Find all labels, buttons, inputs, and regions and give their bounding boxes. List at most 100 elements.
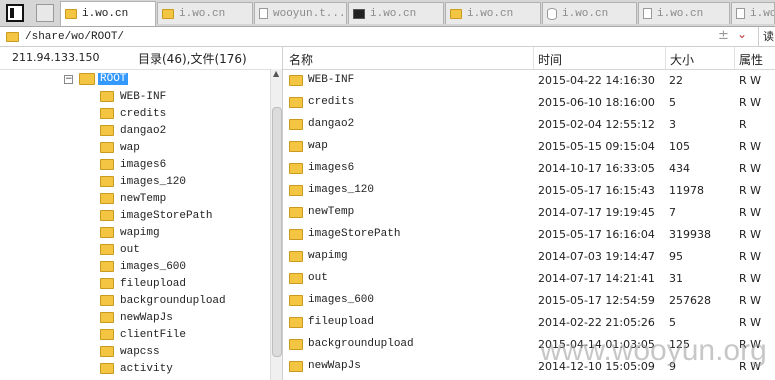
file-row[interactable]: wap 2015-05-15 09:15:04 105 R W xyxy=(283,136,775,158)
folder-icon xyxy=(6,31,19,42)
watermark: www.wooyun.org xyxy=(540,334,767,367)
file-attr: R W xyxy=(739,228,762,241)
column-divider[interactable] xyxy=(734,47,735,69)
file-row[interactable]: wapimg 2014-07-03 19:14:47 95 R W xyxy=(283,246,775,268)
file-row[interactable]: fileupload 2014-02-22 21:05:26 5 R W xyxy=(283,312,775,334)
folder-icon xyxy=(289,273,303,284)
tree-item[interactable]: out xyxy=(100,241,140,258)
path-dropdown-button[interactable]: ⌄ xyxy=(737,27,747,41)
tab-6[interactable]: i.wo.cn xyxy=(542,2,637,24)
tree-item[interactable]: fileupload xyxy=(100,275,186,292)
tree-item[interactable]: wapcss xyxy=(100,343,160,360)
panel-toggle-button[interactable] xyxy=(6,4,24,22)
server-ip: 211.94.133.150 xyxy=(12,51,100,64)
tree-root-label: ROOT xyxy=(98,73,129,85)
column-divider[interactable] xyxy=(665,47,666,69)
terminal-icon xyxy=(353,8,365,19)
tree-header: 211.94.133.150 目录(46),文件(176) xyxy=(0,47,282,70)
file-row[interactable]: dangao2 2015-02-04 12:55:12 3 R xyxy=(283,114,775,136)
file-size: 7 xyxy=(669,206,676,219)
tree-root[interactable]: − ROOT xyxy=(64,71,129,87)
file-row[interactable]: images_120 2015-05-17 16:15:43 11978 R W xyxy=(283,180,775,202)
tree-item[interactable]: activity xyxy=(100,360,173,377)
tab-5[interactable]: i.wo.cn xyxy=(445,2,541,24)
folder-icon xyxy=(100,329,114,340)
folder-icon xyxy=(289,75,303,86)
collapse-icon[interactable]: − xyxy=(64,74,73,84)
folder-icon xyxy=(289,97,303,108)
column-header-size[interactable]: 大小 xyxy=(670,51,694,68)
file-row[interactable]: imageStorePath 2015-05-17 16:16:04 319938 R… xyxy=(283,224,775,246)
tree-item[interactable]: wapimg xyxy=(100,224,160,241)
file-time: 2014-10-17 16:33:05 xyxy=(538,162,655,175)
tree-item[interactable]: images6 xyxy=(100,156,166,173)
file-attr: R W xyxy=(739,162,762,175)
file-row[interactable]: out 2014-07-17 14:21:41 31 R W xyxy=(283,268,775,290)
folder-icon xyxy=(100,312,114,323)
file-size: 3 xyxy=(669,118,676,131)
file-size: 105 xyxy=(669,140,690,153)
tab-2[interactable]: i.wo.cn xyxy=(157,2,253,24)
tree-item[interactable]: newWapJs xyxy=(100,309,173,326)
scroll-up-icon[interactable]: ▲ xyxy=(273,69,279,78)
add-bookmark-button[interactable]: ± xyxy=(718,28,729,43)
file-name: out xyxy=(308,272,328,284)
file-list-header: 名称 时间 大小 属性 xyxy=(283,47,775,70)
directory-tree-panel: 211.94.133.150 目录(46),文件(176) − ROOT WEB… xyxy=(0,47,283,380)
tab-1[interactable]: i.wo.cn xyxy=(60,1,156,26)
file-size: 319938 xyxy=(669,228,711,241)
path-input[interactable]: /share/wo/ROOT/ xyxy=(25,31,124,43)
file-row[interactable]: credits 2015-06-10 18:16:00 5 R W xyxy=(283,92,775,114)
file-time: 2015-04-22 14:16:30 xyxy=(538,74,655,87)
tab-7[interactable]: i.wo.cn xyxy=(638,2,730,24)
tree-item[interactable]: images_120 xyxy=(100,173,186,190)
tree-item-label: wap xyxy=(120,141,140,154)
tree-item[interactable]: newTemp xyxy=(100,190,166,207)
tree-item[interactable]: clientFile xyxy=(100,326,186,343)
tree-item-label: newWapJs xyxy=(120,311,173,324)
tree-item-label: fileupload xyxy=(120,277,187,290)
file-row[interactable]: images_600 2015-05-17 12:54:59 257628 R W xyxy=(283,290,775,312)
tab-label: wooyun.t... xyxy=(273,7,346,20)
tree-item-label: clientFile xyxy=(120,328,187,341)
file-time: 2015-05-17 16:16:04 xyxy=(538,228,655,241)
tree-item[interactable]: dangao2 xyxy=(100,122,166,139)
file-row[interactable]: images6 2014-10-17 16:33:05 434 R W xyxy=(283,158,775,180)
new-tab-button[interactable] xyxy=(36,4,54,22)
folder-icon xyxy=(100,159,114,170)
tab-4[interactable]: i.wo.cn xyxy=(348,2,444,24)
file-name: backgroundupload xyxy=(308,338,414,350)
tree-item[interactable]: WEB-INF xyxy=(100,88,166,105)
folder-icon xyxy=(100,346,114,357)
tree-item[interactable]: imageStorePath xyxy=(100,207,212,224)
scrollbar-thumb[interactable] xyxy=(272,107,282,357)
tree-item-label: activity xyxy=(120,362,173,375)
tree-item[interactable]: backgroundupload xyxy=(100,292,226,309)
column-header-attr[interactable]: 属性 xyxy=(739,51,763,68)
folder-icon xyxy=(100,278,114,289)
file-name: images_120 xyxy=(308,184,375,196)
file-name: credits xyxy=(308,96,355,108)
tab-3[interactable]: wooyun.t... xyxy=(254,2,347,24)
file-row[interactable]: WEB-INF 2015-04-22 14:16:30 22 R W xyxy=(283,70,775,92)
tree-item[interactable]: credits xyxy=(100,105,166,122)
read-button[interactable]: 读 xyxy=(758,27,775,46)
tree-item-label: backgroundupload xyxy=(120,294,226,307)
file-size: 257628 xyxy=(669,294,711,307)
tree-item[interactable]: images_600 xyxy=(100,258,186,275)
folder-icon xyxy=(100,176,114,187)
file-time: 2015-05-17 12:54:59 xyxy=(538,294,655,307)
column-header-time[interactable]: 时间 xyxy=(538,51,562,68)
file-attr: R W xyxy=(739,74,762,87)
file-row[interactable]: newTemp 2014-07-17 19:19:45 7 R W xyxy=(283,202,775,224)
tab-bar: i.wo.cn i.wo.cn wooyun.t... i.wo.cn i.wo… xyxy=(0,0,775,27)
tab-8[interactable]: i.wo xyxy=(731,2,775,24)
path-bar: /share/wo/ROOT/ ± ⌄ 读 xyxy=(0,27,775,47)
file-attr: R W xyxy=(739,250,762,263)
folder-icon xyxy=(289,317,303,328)
folder-icon xyxy=(100,244,114,255)
file-time: 2014-07-17 19:19:45 xyxy=(538,206,655,219)
tree-item[interactable]: wap xyxy=(100,139,140,156)
column-header-name[interactable]: 名称 xyxy=(289,51,313,68)
column-divider[interactable] xyxy=(533,47,534,69)
